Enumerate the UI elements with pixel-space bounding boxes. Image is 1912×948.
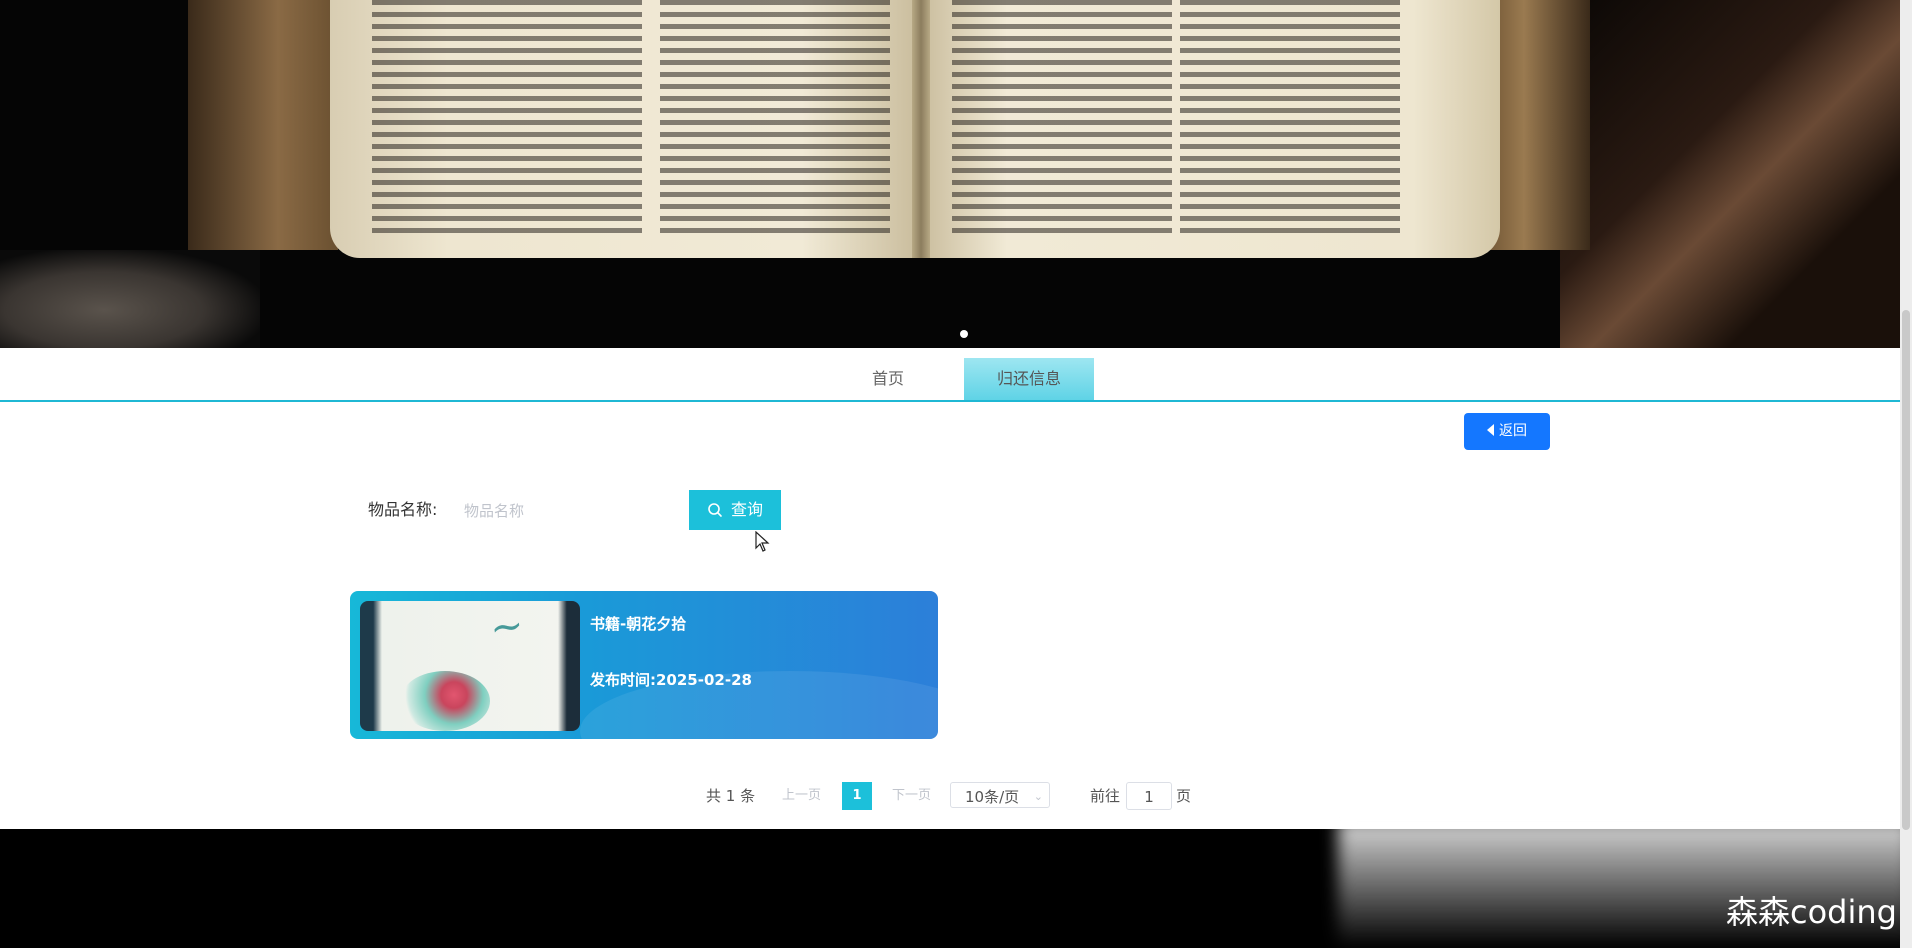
thumbnail-calligraphy: ~ <box>486 601 527 653</box>
main-content: 首页 归还信息 返回 物品名称: 查询 ~ 书籍-朝花夕拾 发布时间:2025-… <box>0 348 1900 829</box>
pagination-prev-button[interactable]: 上一页 <box>782 782 821 810</box>
item-date: 发布时间:2025-02-28 <box>590 669 752 690</box>
chevron-down-icon: ⌄ <box>1033 790 1043 803</box>
tab-return-info[interactable]: 归还信息 <box>964 358 1094 400</box>
pagination-goto-unit: 页 <box>1176 787 1192 805</box>
mouse-cursor-icon <box>755 530 771 557</box>
item-title[interactable]: 书籍-朝花夕拾 <box>590 613 686 634</box>
pagination-total: 共 1 条 <box>706 787 756 805</box>
page-text-column <box>952 0 1172 240</box>
item-date-value: 2025-02-28 <box>656 671 752 689</box>
caret-left-icon <box>1487 424 1494 436</box>
tab-home[interactable]: 首页 <box>838 358 938 400</box>
book-cover-left <box>188 0 338 250</box>
page-text-column <box>1180 0 1400 240</box>
carousel-indicator[interactable] <box>960 330 968 338</box>
page-text-column <box>372 0 642 240</box>
search-label: 物品名称: <box>368 500 438 519</box>
top-nav: 首页 归还信息 <box>0 348 1900 402</box>
back-button[interactable]: 返回 <box>1464 413 1550 450</box>
pagination-page-current[interactable]: 1 <box>842 782 872 810</box>
watermark: 森森coding <box>1726 893 1897 931</box>
item-card[interactable]: ~ 书籍-朝花夕拾 发布时间:2025-02-28 <box>350 591 938 739</box>
search-input[interactable] <box>462 496 686 526</box>
book-gutter <box>912 0 930 258</box>
search-icon <box>707 493 723 533</box>
page-text-column <box>660 0 890 240</box>
pagination-page-size-select[interactable]: 10条/页 ⌄ <box>950 782 1050 808</box>
hero-banner <box>0 0 1900 348</box>
search-button-label: 查询 <box>730 500 763 519</box>
item-thumbnail[interactable]: ~ <box>360 601 580 731</box>
hero-rock-right <box>1560 0 1900 348</box>
scrollbar-thumb[interactable] <box>1902 310 1910 830</box>
hero-rock-left <box>0 250 260 348</box>
pagination-next-button[interactable]: 下一页 <box>892 782 931 810</box>
pagination-goto-label: 前往 <box>1090 787 1121 805</box>
page-size-value: 10条/页 <box>965 788 1020 806</box>
back-button-label: 返回 <box>1499 423 1527 439</box>
pagination-goto-input[interactable]: 1 <box>1126 782 1172 810</box>
thumbnail-flower <box>400 671 490 731</box>
item-date-label: 发布时间: <box>590 671 656 689</box>
search-button[interactable]: 查询 <box>689 490 781 530</box>
